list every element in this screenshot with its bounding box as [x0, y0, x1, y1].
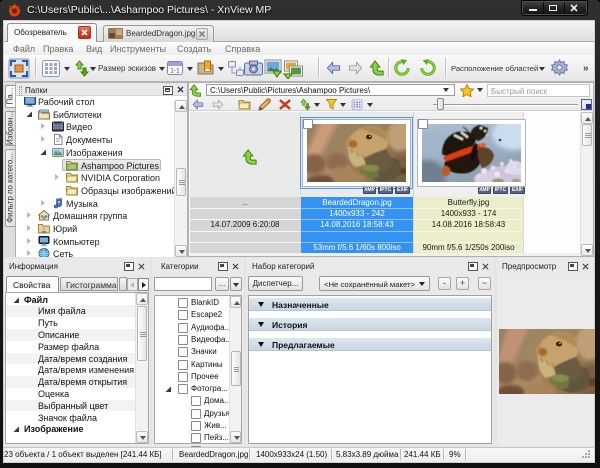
svg-text:1-1: 1-1 [170, 68, 180, 75]
